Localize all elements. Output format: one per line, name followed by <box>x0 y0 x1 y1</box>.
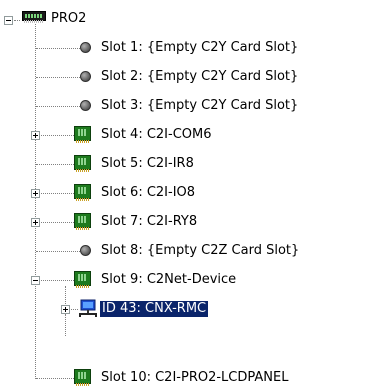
tree-connector <box>71 309 78 310</box>
tree-connector <box>36 164 74 165</box>
tree-item-slot-4[interactable]: Slot 4: C2I-COM6 <box>99 127 214 143</box>
device-tree: PRO2 Slot 1: {Empty C2Y Card Slot} Slot … <box>0 0 373 387</box>
tree-item-slot-3[interactable]: Slot 3: {Empty C2Y Card Slot} <box>99 98 300 114</box>
tree-connector <box>65 314 66 336</box>
tree-connector <box>41 222 74 223</box>
tree-connector <box>36 77 80 78</box>
slot-6-expand-toggle[interactable] <box>31 189 40 198</box>
root-label[interactable]: PRO2 <box>49 11 88 27</box>
tree-connector <box>36 106 80 107</box>
empty-slot-icon <box>80 42 91 53</box>
tree-connector <box>41 280 74 281</box>
card-icon <box>74 369 91 386</box>
tree-connector <box>41 135 74 136</box>
tree-connector <box>36 48 80 49</box>
empty-slot-icon <box>80 71 91 82</box>
tree-connector <box>14 20 20 21</box>
tree-item-cnx-rmc[interactable]: ID 43: CNX-RMC <box>98 300 210 318</box>
tree-item-slot-1[interactable]: Slot 1: {Empty C2Y Card Slot} <box>99 40 300 56</box>
card-icon <box>74 155 91 172</box>
cnx-rmc-expand-toggle[interactable] <box>61 305 70 314</box>
tree-connector <box>41 193 74 194</box>
tree-item-slot-10[interactable]: Slot 10: C2I-PRO2-LCDPANEL <box>99 370 290 386</box>
tree-connector <box>36 251 80 252</box>
tree-item-slot-6[interactable]: Slot 6: C2I-IO8 <box>99 185 197 201</box>
tree-item-slot-9[interactable]: Slot 9: C2Net-Device <box>99 272 238 288</box>
tree-item-slot-8[interactable]: Slot 8: {Empty C2Z Card Slot} <box>99 243 301 259</box>
card-icon <box>74 213 91 230</box>
tree-item-slot-7[interactable]: Slot 7: C2I-RY8 <box>99 214 199 230</box>
card-icon <box>74 184 91 201</box>
root-collapse-toggle[interactable] <box>4 16 13 25</box>
empty-slot-icon <box>80 245 91 256</box>
empty-slot-icon <box>80 100 91 111</box>
tree-item-slot-5[interactable]: Slot 5: C2I-IR8 <box>99 156 196 172</box>
slot-7-expand-toggle[interactable] <box>31 218 40 227</box>
tree-item-slot-2[interactable]: Slot 2: {Empty C2Y Card Slot} <box>99 69 300 85</box>
slot-9-collapse-toggle[interactable] <box>31 276 40 285</box>
control-processor-icon <box>22 11 46 23</box>
card-icon <box>74 126 91 143</box>
tree-connector <box>36 378 74 379</box>
card-icon <box>74 271 91 288</box>
network-device-icon <box>79 299 97 317</box>
slot-4-expand-toggle[interactable] <box>31 131 40 140</box>
